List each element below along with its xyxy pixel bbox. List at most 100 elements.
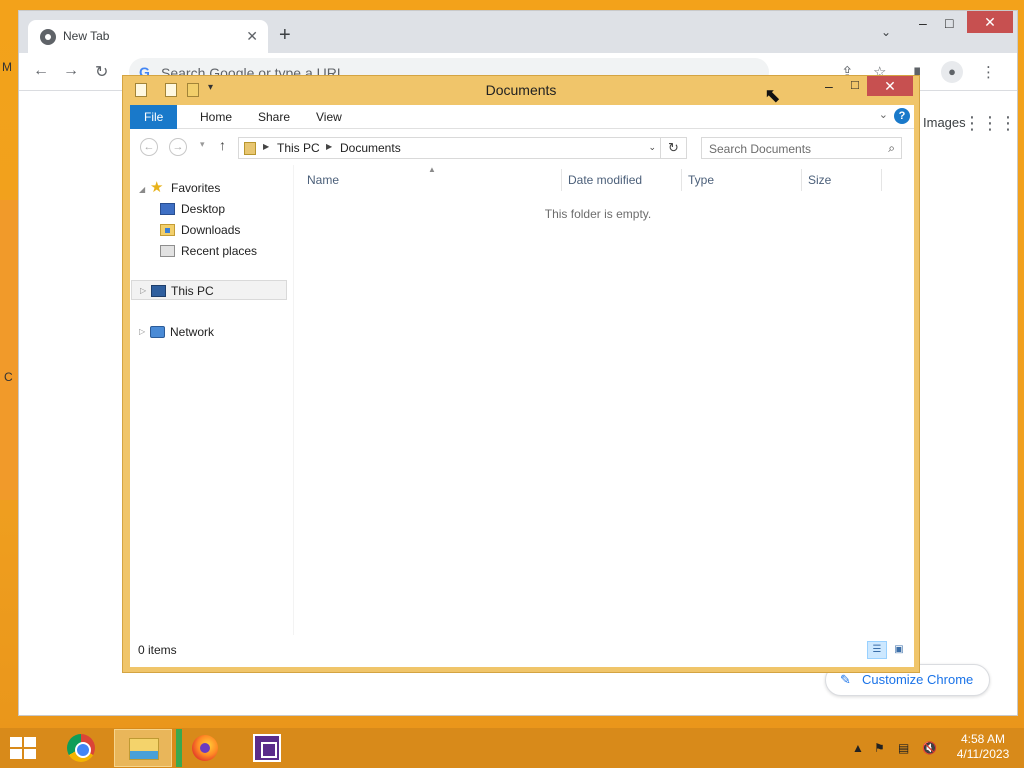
navigation-bar: ← → ▾ ↑ ▶ This PC ▶ Documents ⌄ ↻ Search… [130,129,914,165]
explorer-maximize-button[interactable]: □ [851,77,859,92]
computer-icon [151,285,166,297]
virtualbox-icon [253,734,281,762]
tab-new-tab[interactable]: New Tab ✕ [28,20,268,53]
desktop-icon [160,203,175,215]
nav-item-recent-places[interactable]: Recent places [160,241,280,261]
column-header-name[interactable]: Name [307,173,339,187]
up-arrow-icon[interactable]: ↑ [219,137,226,153]
column-divider[interactable] [801,169,802,191]
column-header-date-modified[interactable]: Date modified [568,173,642,187]
network-icon [150,326,165,338]
show-hidden-icons-icon[interactable]: ▲ [852,741,864,755]
new-tab-button[interactable]: + [279,25,291,45]
explorer-title-bar[interactable]: ▾ Documents – □ ✕ [123,76,919,104]
explorer-close-button[interactable]: ✕ [867,76,913,96]
chrome-icon [67,734,95,762]
volume-muted-icon[interactable]: 🔇 [922,741,937,755]
firefox-icon [192,735,218,761]
taskbar-firefox-button[interactable] [176,729,234,767]
recent-places-icon [160,245,175,257]
taskbar-clock[interactable]: 4:58 AM 4/11/2023 [948,732,1018,762]
tab-search-button[interactable]: ⌄ [881,25,891,39]
reload-icon[interactable]: ↻ [95,62,108,82]
ribbon-tabs: File Home Share View ⌄ ? [130,105,914,129]
search-documents-input[interactable]: Search Documents ⌕ [701,137,902,159]
large-icons-view-icon[interactable]: ▣ [889,641,909,659]
taskbar-progress-indicator [176,729,182,767]
column-divider[interactable] [681,169,682,191]
nav-item-this-pc[interactable]: ▷ This PC [131,280,287,300]
column-divider[interactable] [561,169,562,191]
google-apps-icon[interactable]: ⋮⋮⋮ [963,113,1017,134]
nav-label: Recent places [181,244,258,258]
desktop-background [0,200,20,500]
expand-network-icon[interactable]: ▷ [139,327,145,336]
ribbon-tab-home[interactable]: Home [186,105,246,129]
nav-item-network[interactable]: ▷ Network [131,322,287,342]
breadcrumb-separator-icon[interactable]: ▶ [263,142,269,151]
file-list: ▲ Name Date modified Type Size This fold… [294,165,914,633]
nav-label: Downloads [181,223,241,237]
back-button-icon[interactable]: ← [140,138,158,156]
column-divider[interactable] [881,169,882,191]
forward-arrow-icon[interactable]: → [63,62,79,80]
refresh-icon[interactable]: ↻ [661,137,687,159]
item-count: 0 items [138,643,177,657]
tab-close-icon[interactable]: ✕ [246,28,258,45]
expand-this-pc-icon[interactable]: ▷ [140,286,146,295]
forward-button-icon[interactable]: → [169,138,187,156]
status-bar: 0 items ☰ ▣ [130,633,914,667]
desktop-clipped-text: C [4,370,13,384]
start-windows-icon[interactable] [10,737,38,759]
ribbon-tab-file[interactable]: File [130,105,178,129]
ribbon-tab-view[interactable]: View [302,105,356,129]
explorer-body: ← → ▾ ↑ ▶ This PC ▶ Documents ⌄ ↻ Search… [130,129,914,667]
clock-time: 4:58 AM [960,732,1006,746]
mouse-cursor-icon: ⬉ [764,85,781,107]
address-bar[interactable]: ▶ This PC ▶ Documents ⌄ [238,137,661,159]
taskbar-virtualbox-button[interactable] [238,729,296,767]
chrome-menu-icon[interactable]: ⋮ [981,63,996,81]
chrome-minimize-button[interactable]: – [919,15,927,31]
taskbar-chrome-button[interactable] [52,729,110,767]
customize-chrome-label: Customize Chrome [862,672,974,687]
network-tray-icon[interactable]: ▤ [898,741,909,755]
star-icon: ★ [150,179,164,196]
collapse-favorites-icon[interactable]: ◢ [139,185,145,194]
profile-avatar-icon[interactable]: ● [941,61,963,83]
address-dropdown-icon[interactable]: ⌄ [648,142,656,153]
breadcrumb-separator-icon[interactable]: ▶ [326,142,332,151]
nav-item-desktop[interactable]: Desktop [160,199,280,219]
recent-locations-dropdown-icon[interactable]: ▾ [200,139,205,150]
breadcrumb-documents[interactable]: Documents [340,141,401,155]
chrome-close-button[interactable]: ✕ [967,11,1013,33]
chrome-maximize-button[interactable]: □ [945,15,953,31]
images-link[interactable]: Images [923,115,966,130]
search-placeholder: Search Documents [709,142,812,156]
column-header-type[interactable]: Type [688,173,714,187]
ribbon-tab-share[interactable]: Share [244,105,304,129]
desktop-clipped-text: M [2,60,12,74]
back-arrow-icon[interactable]: ← [33,62,49,80]
tab-title: New Tab [63,29,110,43]
nav-item-favorites[interactable]: ★ Favorites [150,178,270,198]
nav-label: Desktop [181,202,226,216]
action-center-flag-icon[interactable]: ⚑ [874,741,885,755]
empty-folder-message: This folder is empty. [544,207,652,221]
expand-ribbon-icon[interactable]: ⌄ [879,108,888,121]
file-explorer-window: ▾ Documents – □ ✕ File Home Share View ⌄… [122,75,920,673]
file-explorer-icon [129,738,159,760]
sort-ascending-icon: ▲ [428,165,436,174]
breadcrumb-this-pc[interactable]: This PC [277,141,320,155]
taskbar-file-explorer-button[interactable] [114,729,172,767]
search-icon: ⌕ [888,141,895,155]
nav-item-downloads[interactable]: Downloads [160,220,280,240]
chrome-favicon-icon [40,29,56,45]
explorer-window-title: Documents [485,82,557,98]
help-icon[interactable]: ? [894,108,910,124]
nav-label: This PC [171,284,214,298]
details-view-icon[interactable]: ☰ [867,641,887,659]
navigation-pane: ◢ ★ Favorites Desktop Downloads Recent p… [130,165,290,633]
column-header-size[interactable]: Size [808,173,831,187]
explorer-minimize-button[interactable]: – [825,78,833,94]
